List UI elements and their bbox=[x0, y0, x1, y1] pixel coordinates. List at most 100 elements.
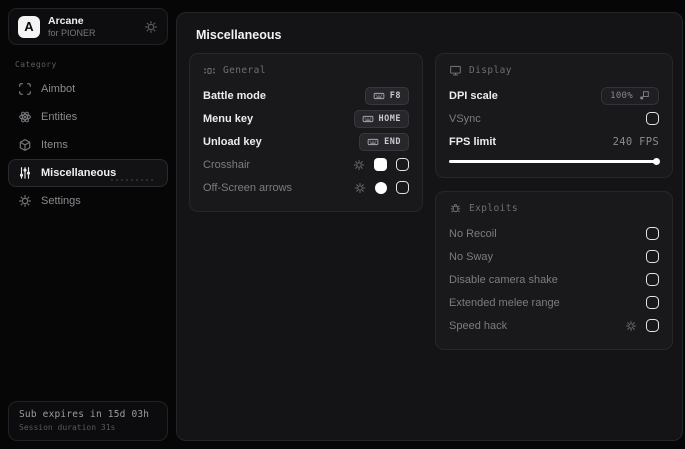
general-card-title: General bbox=[223, 65, 266, 76]
display-card-title: Display bbox=[469, 65, 512, 76]
sidebar-item-aimbot[interactable]: Aimbot bbox=[8, 75, 168, 103]
dpi-scale-selector[interactable]: 100% bbox=[601, 86, 659, 105]
unload-key-label: Unload key bbox=[203, 135, 262, 148]
page-title: Miscellaneous bbox=[196, 28, 282, 42]
extended-melee-range-label: Extended melee range bbox=[449, 296, 560, 309]
sidebar-item-label: Aimbot bbox=[41, 83, 76, 95]
gear-icon[interactable] bbox=[354, 182, 366, 194]
battle-mode-label: Battle mode bbox=[203, 89, 266, 102]
sidebar-nav: Aimbot Entities Items Miscellaneous Sett… bbox=[8, 75, 168, 215]
crosshair-color-swatch[interactable] bbox=[374, 158, 387, 171]
keybind-value: F8 bbox=[389, 90, 401, 101]
slider-knob[interactable] bbox=[653, 158, 660, 165]
app-title: Arcane bbox=[48, 14, 84, 27]
speed-hack-label: Speed hack bbox=[449, 319, 508, 332]
sidebar-item-label: Items bbox=[41, 139, 68, 151]
sidebar-item-label: Miscellaneous bbox=[41, 167, 117, 179]
disable-camera-shake-checkbox[interactable] bbox=[646, 273, 659, 286]
menu-key-label: Menu key bbox=[203, 112, 254, 125]
unload-key-row: Unload key END bbox=[203, 130, 409, 153]
disable-camera-shake-label: Disable camera shake bbox=[449, 273, 558, 286]
monitor-icon bbox=[449, 64, 462, 77]
vsync-row: VSync bbox=[449, 107, 659, 130]
fps-limit-slider[interactable] bbox=[449, 158, 660, 165]
offscreen-arrows-color-swatch[interactable] bbox=[375, 181, 387, 194]
extended-melee-range-checkbox[interactable] bbox=[646, 296, 659, 309]
display-card-header: Display bbox=[449, 64, 659, 77]
crosshair-row: Crosshair bbox=[203, 153, 409, 176]
keyboard-icon bbox=[362, 113, 374, 125]
dpi-scale-row: DPI scale 100% bbox=[449, 84, 659, 107]
bug-icon bbox=[449, 202, 462, 215]
category-label: Category bbox=[15, 60, 57, 69]
gear-icon[interactable] bbox=[144, 20, 158, 34]
sidebar-item-settings[interactable]: Settings bbox=[8, 187, 168, 215]
brand-card: A Arcane for PIONER bbox=[8, 8, 168, 45]
sidebar-item-miscellaneous[interactable]: Miscellaneous bbox=[8, 159, 168, 187]
offscreen-arrows-label: Off-Screen arrows bbox=[203, 181, 293, 194]
no-recoil-checkbox[interactable] bbox=[646, 227, 659, 240]
fps-limit-label: FPS limit bbox=[449, 135, 497, 148]
speed-hack-controls bbox=[625, 319, 659, 332]
battle-mode-row: Battle mode F8 bbox=[203, 84, 409, 107]
general-card: General Battle mode F8 Menu key HOME Unl… bbox=[189, 53, 423, 212]
vsync-checkbox[interactable] bbox=[646, 112, 659, 125]
no-recoil-label: No Recoil bbox=[449, 227, 497, 240]
fps-limit-row: FPS limit 240 FPS bbox=[449, 130, 659, 153]
offscreen-arrows-row: Off-Screen arrows bbox=[203, 176, 409, 199]
fps-limit-value: 240 FPS bbox=[612, 135, 659, 148]
sidebar-item-items[interactable]: Items bbox=[8, 131, 168, 159]
cards-container: General Battle mode F8 Menu key HOME Unl… bbox=[177, 42, 682, 350]
subscription-card: Sub expires in 15d 03h Session duration … bbox=[8, 401, 168, 441]
gear-icon[interactable] bbox=[625, 320, 637, 332]
package-icon bbox=[18, 138, 32, 152]
no-recoil-row: No Recoil bbox=[449, 222, 659, 245]
exploits-card-header: Exploits bbox=[449, 202, 659, 215]
sidebar: A Arcane for PIONER Category Aimbot Enti… bbox=[0, 0, 176, 449]
dots-grid-icon bbox=[203, 64, 216, 77]
offscreen-arrows-controls bbox=[354, 181, 409, 194]
crosshair-checkbox[interactable] bbox=[396, 158, 409, 171]
app-logo: A bbox=[18, 15, 40, 38]
session-duration-text: Session duration 31s bbox=[19, 423, 116, 432]
sliders-icon bbox=[18, 166, 32, 180]
extended-melee-range-row: Extended melee range bbox=[449, 291, 659, 314]
gear-icon bbox=[18, 194, 32, 208]
vsync-label: VSync bbox=[449, 112, 481, 125]
speed-hack-checkbox[interactable] bbox=[646, 319, 659, 332]
exploits-card: Exploits No Recoil No Sway Disable camer… bbox=[435, 191, 673, 350]
dpi-scale-value: 100% bbox=[610, 90, 633, 101]
scale-icon bbox=[639, 90, 650, 101]
display-card: Display DPI scale 100% VSync FPS limit 2… bbox=[435, 53, 673, 178]
sidebar-item-label: Settings bbox=[41, 195, 81, 207]
crosshair-controls bbox=[353, 158, 409, 171]
crosshair-label: Crosshair bbox=[203, 158, 251, 171]
sidebar-item-entities[interactable]: Entities bbox=[8, 103, 168, 131]
main-panel: Miscellaneous General Battle mode F8 Men… bbox=[176, 12, 683, 441]
no-sway-label: No Sway bbox=[449, 250, 494, 263]
speed-hack-row: Speed hack bbox=[449, 314, 659, 337]
gear-icon[interactable] bbox=[353, 159, 365, 171]
unload-key-keybind[interactable]: END bbox=[359, 132, 409, 151]
no-sway-checkbox[interactable] bbox=[646, 250, 659, 263]
exploits-card-title: Exploits bbox=[469, 203, 518, 214]
brand-text: Arcane for PIONER bbox=[48, 15, 136, 38]
keyboard-icon bbox=[373, 90, 385, 102]
menu-key-row: Menu key HOME bbox=[203, 107, 409, 130]
slider-track bbox=[449, 160, 659, 163]
disable-camera-shake-row: Disable camera shake bbox=[449, 268, 659, 291]
atom-icon bbox=[18, 110, 32, 124]
offscreen-arrows-checkbox[interactable] bbox=[396, 181, 409, 194]
menu-key-keybind[interactable]: HOME bbox=[353, 109, 409, 128]
keybind-value: HOME bbox=[378, 113, 401, 124]
sidebar-item-label: Entities bbox=[41, 111, 78, 123]
no-sway-row: No Sway bbox=[449, 245, 659, 268]
sub-expiry-text: Sub expires in 15d 03h bbox=[19, 409, 150, 420]
keybind-value: END bbox=[384, 136, 401, 147]
scan-frame-icon bbox=[18, 82, 32, 96]
dpi-scale-label: DPI scale bbox=[449, 89, 498, 102]
app-subtitle: for PIONER bbox=[48, 27, 96, 38]
right-column: Display DPI scale 100% VSync FPS limit 2… bbox=[435, 53, 673, 350]
battle-mode-keybind[interactable]: F8 bbox=[364, 86, 409, 105]
general-card-header: General bbox=[203, 64, 409, 77]
